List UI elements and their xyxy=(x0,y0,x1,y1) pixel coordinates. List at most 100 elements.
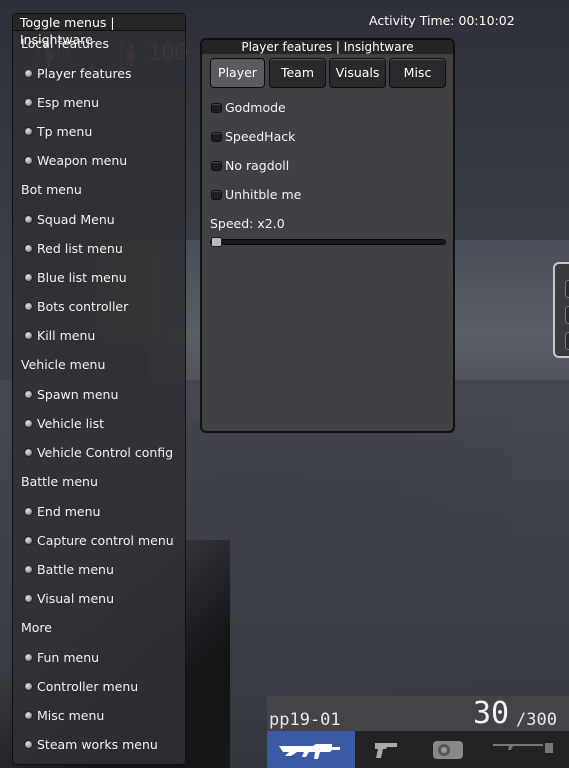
checkbox-icon[interactable] xyxy=(211,189,222,200)
menu-item-squad-menu[interactable]: Squad Menu xyxy=(24,212,115,227)
menu-item-blue-list-menu[interactable]: Blue list menu xyxy=(24,270,127,285)
menu-item-capture-control-menu[interactable]: Capture control menu xyxy=(24,533,174,548)
menu-item-label: Misc menu xyxy=(37,708,105,723)
radio-icon xyxy=(24,331,33,340)
speed-slider-thumb[interactable] xyxy=(211,237,222,247)
radio-icon xyxy=(24,419,33,428)
activity-time: Activity Time: 00:10:02 xyxy=(369,13,515,28)
menu-item-weapon-menu[interactable]: Weapon menu xyxy=(24,153,127,168)
menu-item-steam-works-menu[interactable]: Steam works menu xyxy=(24,737,158,752)
menu-item-label: Battle menu xyxy=(37,562,114,577)
tab-player[interactable]: Player xyxy=(210,58,265,88)
menu-item-end-menu[interactable]: End menu xyxy=(24,504,100,519)
grenade-icon xyxy=(433,741,463,759)
menu-item-vehicle-control-config[interactable]: Vehicle Control config xyxy=(24,445,173,460)
menu-item-battle-menu[interactable]: Battle menu xyxy=(24,562,114,577)
radio-icon xyxy=(24,448,33,457)
menu-item-esp-menu[interactable]: Esp menu xyxy=(24,95,99,110)
radio-icon xyxy=(24,594,33,603)
option-label: No ragdoll xyxy=(225,158,290,173)
menu-item-label: Weapon menu xyxy=(37,153,128,168)
toggle-menus-panel: Toggle menus | Insightware Local feature… xyxy=(12,13,186,765)
menu-item-label: Fun menu xyxy=(37,650,100,665)
menu-item-kill-menu[interactable]: Kill menu xyxy=(24,328,95,343)
checkbox-icon[interactable] xyxy=(211,102,222,113)
option-unhitble-me[interactable]: Unhitble me xyxy=(211,187,301,202)
player-features-window: Player features | Insightware Player Tea… xyxy=(200,38,455,433)
radio-icon xyxy=(24,273,33,282)
weapon-slot-melee[interactable] xyxy=(479,731,569,768)
tab-visuals[interactable]: Visuals xyxy=(329,58,386,88)
radio-icon xyxy=(24,565,33,574)
radio-icon xyxy=(24,740,33,749)
radio-icon xyxy=(24,682,33,691)
menu-item-label: Red list menu xyxy=(37,241,123,256)
ammo-reserve: /300 xyxy=(516,710,557,730)
menu-item-label: Blue list menu xyxy=(37,270,127,285)
section-local-features: Local features xyxy=(21,36,110,51)
menu-item-label: Kill menu xyxy=(37,328,96,343)
menu-item-label: Tp menu xyxy=(37,124,93,139)
option-label: Godmode xyxy=(225,100,286,115)
weapon-slot-primary[interactable] xyxy=(267,731,355,768)
menu-item-fun-menu[interactable]: Fun menu xyxy=(24,650,99,665)
menu-item-vehicle-list[interactable]: Vehicle list xyxy=(24,416,104,431)
radio-icon xyxy=(24,244,33,253)
menu-item-label: Squad Menu xyxy=(37,212,115,227)
menu-item-visual-menu[interactable]: Visual menu xyxy=(24,591,114,606)
menu-item-player-features[interactable]: Player features xyxy=(24,66,132,81)
menu-item-tp-menu[interactable]: Tp menu xyxy=(24,124,92,139)
weapon-slots xyxy=(267,731,569,768)
menu-item-label: Controller menu xyxy=(37,679,139,694)
menu-item-misc-menu[interactable]: Misc menu xyxy=(24,708,104,723)
menu-item-label: Player features xyxy=(37,66,132,81)
weapon-info-bar: pp19-01 30 /300 xyxy=(267,696,569,732)
radio-icon xyxy=(24,127,33,136)
pistol-icon xyxy=(375,743,397,758)
option-no-ragdoll[interactable]: No ragdoll xyxy=(211,158,289,173)
menu-item-label: Vehicle list xyxy=(37,416,105,431)
offscreen-panel xyxy=(553,262,569,358)
ammo-count: 30 xyxy=(473,696,510,731)
radio-icon xyxy=(24,507,33,516)
section-battle-menu: Battle menu xyxy=(21,474,98,489)
menu-item-label: Esp menu xyxy=(37,95,100,110)
menu-item-red-list-menu[interactable]: Red list menu xyxy=(24,241,123,256)
radio-icon xyxy=(24,390,33,399)
weapon-slot-secondary[interactable] xyxy=(355,731,417,768)
rifle-icon xyxy=(279,744,340,759)
offscreen-panel-button[interactable] xyxy=(565,306,569,324)
radio-icon xyxy=(24,302,33,311)
menu-item-controller-menu[interactable]: Controller menu xyxy=(24,679,138,694)
activity-time-value: 00:10:02 xyxy=(458,13,515,28)
option-label: SpeedHack xyxy=(225,129,296,144)
radio-icon xyxy=(24,536,33,545)
tab-misc[interactable]: Misc xyxy=(389,58,446,88)
weapon-name: pp19-01 xyxy=(269,710,341,730)
radio-icon xyxy=(24,98,33,107)
speed-label: Speed: x2.0 xyxy=(210,216,285,231)
activity-time-label: Activity Time: xyxy=(369,13,455,28)
player-features-title: Player features | Insightware xyxy=(202,40,453,54)
option-speedhack[interactable]: SpeedHack xyxy=(211,129,295,144)
checkbox-icon[interactable] xyxy=(211,131,222,142)
radio-icon xyxy=(24,653,33,662)
menu-item-label: Bots controller xyxy=(37,299,129,314)
weapon-slot-equipment[interactable] xyxy=(417,731,479,768)
menu-item-spawn-menu[interactable]: Spawn menu xyxy=(24,387,118,402)
radio-icon xyxy=(24,156,33,165)
option-godmode[interactable]: Godmode xyxy=(211,100,286,115)
section-bot-menu: Bot menu xyxy=(21,182,82,197)
menu-item-label: Visual menu xyxy=(37,591,115,606)
tab-team[interactable]: Team xyxy=(269,58,326,88)
speed-slider[interactable] xyxy=(210,237,446,247)
offscreen-panel-button[interactable] xyxy=(565,280,569,298)
weapon-hud: pp19-01 30 /300 xyxy=(267,696,569,768)
checkbox-icon[interactable] xyxy=(211,160,222,171)
offscreen-panel-button[interactable] xyxy=(565,332,569,350)
menu-item-bots-controller[interactable]: Bots controller xyxy=(24,299,128,314)
menu-item-label: End menu xyxy=(37,504,101,519)
menu-item-label: Spawn menu xyxy=(37,387,119,402)
radio-icon xyxy=(24,69,33,78)
section-vehicle-menu: Vehicle menu xyxy=(21,357,106,372)
